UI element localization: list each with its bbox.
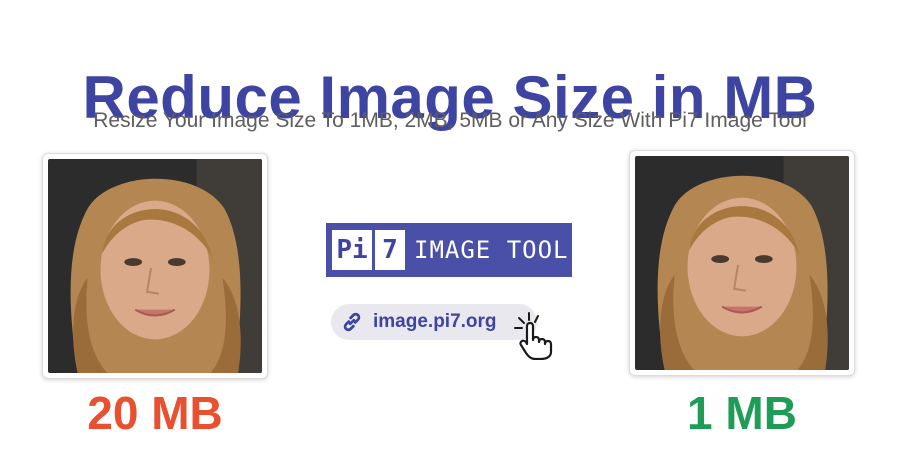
- pi7-image-tool-logo[interactable]: Pi 7 IMAGE TOOL: [326, 223, 572, 277]
- logo-text: IMAGE TOOL: [414, 236, 569, 264]
- link-icon: [343, 312, 361, 332]
- hand-pointer-icon: [514, 312, 553, 360]
- original-size-label: 20 MB: [87, 387, 223, 439]
- website-link[interactable]: image.pi7.org: [331, 304, 537, 340]
- page-subtitle: Resize Your Image Size To 1MB, 2MB, 5MB …: [93, 109, 807, 132]
- reduced-size-label: 1 MB: [687, 387, 797, 439]
- original-image-card: [42, 153, 268, 379]
- original-portrait-image: [48, 159, 262, 373]
- logo-seven-box: 7: [375, 230, 405, 270]
- logo-pi-box: Pi: [332, 230, 372, 270]
- reduced-portrait-image: [635, 156, 849, 370]
- reduced-image-card: [629, 150, 855, 376]
- website-url[interactable]: image.pi7.org: [373, 304, 497, 340]
